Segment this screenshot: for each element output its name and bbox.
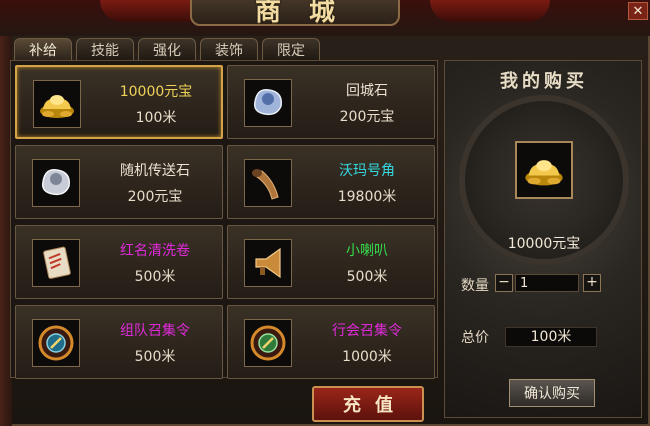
gold-ingot-icon [40,95,74,118]
tab-label: 补给 [29,42,57,59]
item-price: 200元宝 [127,189,183,205]
purchase-panel: 我的购买 10000元宝 数量 − + 总价 100米 确认购买 [444,60,642,418]
tab-label: 强化 [153,42,181,59]
item-name: 行会召集令 [332,323,402,339]
recharge-label: 充值 [343,395,407,416]
item-slot [32,319,80,367]
item-price: 1000米 [342,349,392,365]
item-slot [32,159,80,207]
return-stone-icon [253,89,282,116]
category-tabs: 补给 技能 强化 装饰 限定 [14,38,320,60]
item-name: 组队召集令 [120,323,190,339]
random-teleport-stone-icon [41,169,70,196]
item-card[interactable]: 组队召集令 500米 [15,305,223,379]
quantity-label: 数量 [461,278,489,294]
tab-skill[interactable]: 技能 [76,38,134,60]
tab-enhance[interactable]: 强化 [138,38,196,60]
recharge-button[interactable]: 充值 [312,386,424,422]
tab-label: 技能 [91,42,119,59]
item-slot [244,319,292,367]
right-ornament [430,0,550,22]
item-slot [244,239,292,287]
tab-supply[interactable]: 补给 [14,38,72,60]
item-name: 随机传送石 [120,163,190,179]
item-slot [244,79,292,127]
item-slot [33,80,81,128]
small-trumpet-icon [255,247,281,279]
item-slot [244,159,292,207]
gold-ingot-icon [525,160,563,186]
quantity-input[interactable] [515,274,579,292]
guild-summon-token-icon [250,325,286,361]
purchase-title: 我的购买 [500,71,588,92]
item-grid: 10000元宝 100米 回城石 200元宝 随机传送石 200元宝 沃玛号角 … [10,60,438,379]
tab-limited[interactable]: 限定 [262,38,320,60]
item-name: 小喇叭 [346,243,388,259]
close-icon: ✕ [632,3,644,19]
tab-label: 装饰 [215,42,243,59]
team-summon-token-icon [38,325,74,361]
quantity-decrease-button[interactable]: − [495,274,513,292]
item-card[interactable]: 沃玛号角 19800米 [227,145,435,219]
item-slot [32,239,80,287]
item-card[interactable]: 回城石 200元宝 [227,65,435,139]
item-price: 100米 [135,110,177,126]
item-price: 500米 [134,349,176,365]
item-name: 红名清洗卷 [120,243,190,259]
red-name-scroll-icon [43,246,71,279]
item-card[interactable]: 小喇叭 500米 [227,225,435,299]
title-plate: 商城 [190,0,400,27]
item-name: 10000元宝 [119,84,193,100]
close-button[interactable]: ✕ [628,2,648,20]
tab-decoration[interactable]: 装饰 [200,38,258,60]
woma-horn-icon [252,169,279,200]
total-price-label: 总价 [461,330,489,346]
item-price: 19800米 [337,189,397,205]
item-card[interactable]: 10000元宝 100米 [15,65,223,139]
confirm-purchase-button[interactable]: 确认购买 [509,379,595,407]
item-price: 200元宝 [339,109,395,125]
confirm-purchase-label: 确认购买 [524,386,580,402]
item-card[interactable]: 行会召集令 1000米 [227,305,435,379]
item-name: 沃玛号角 [339,163,395,179]
item-price: 500米 [134,269,176,285]
item-card[interactable]: 随机传送石 200元宝 [15,145,223,219]
selected-item-preview [515,141,573,199]
total-price-value: 100米 [505,327,597,347]
item-name: 回城石 [346,83,388,99]
window-title: 商城 [254,0,363,27]
item-price: 500米 [346,269,388,285]
quantity-increase-button[interactable]: + [583,274,601,292]
tab-label: 限定 [277,42,305,59]
selected-item-name: 10000元宝 [507,236,581,252]
item-card[interactable]: 红名清洗卷 500米 [15,225,223,299]
